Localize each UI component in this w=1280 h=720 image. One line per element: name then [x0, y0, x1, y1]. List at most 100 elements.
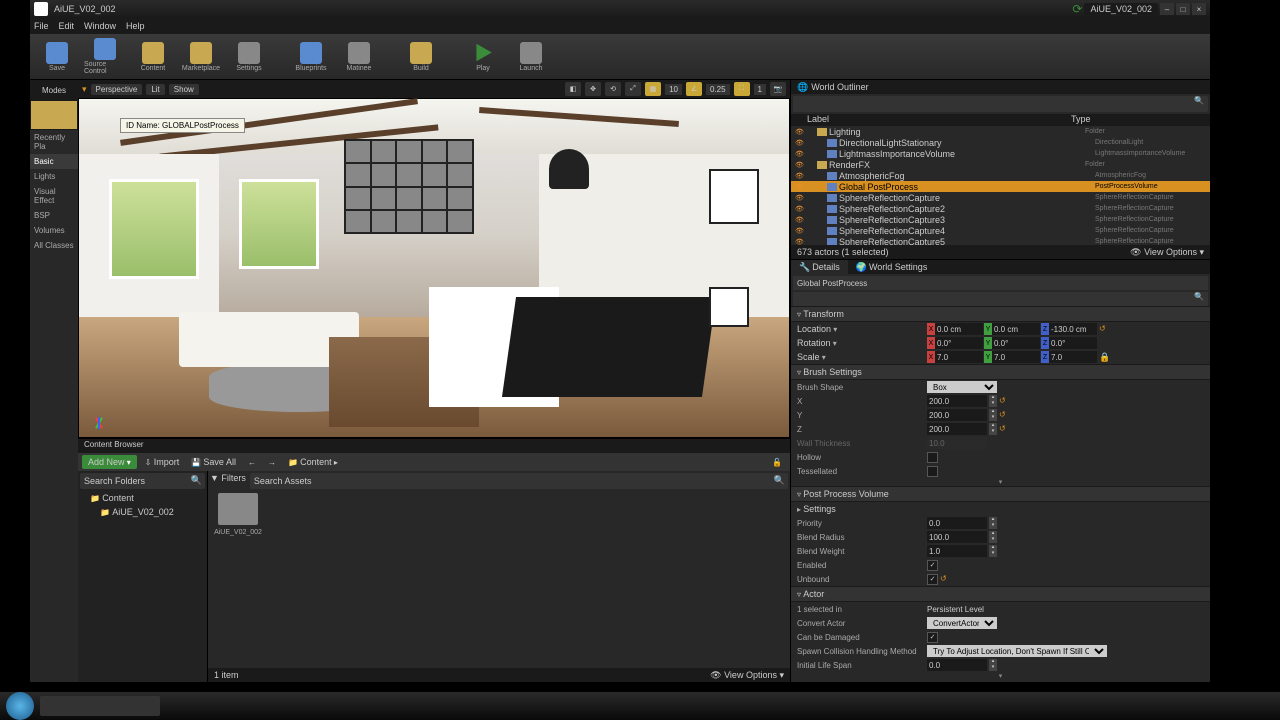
project-name[interactable]: AiUE_V02_002	[1084, 3, 1158, 15]
cb-fwd[interactable]: →	[264, 456, 280, 469]
vp-snap-value[interactable]: 10	[665, 84, 682, 95]
close-button[interactable]: ×	[1192, 3, 1206, 15]
col-type[interactable]: Type	[1071, 114, 1091, 126]
sect-actor[interactable]: ▿ Actor	[791, 586, 1210, 602]
brush-y[interactable]	[927, 409, 987, 421]
cat-lights[interactable]: Lights	[30, 169, 78, 184]
lock-icon[interactable]: 🔒	[1099, 352, 1110, 363]
outliner-row[interactable]: 👁AtmosphericFogAtmosphericFog	[791, 170, 1210, 181]
outliner-search[interactable]: 🔍	[793, 96, 1208, 112]
toolbar-play[interactable]: Play	[462, 36, 504, 78]
outliner-tab[interactable]: 🌐World Outliner	[791, 80, 1210, 94]
cat-all[interactable]: All Classes	[30, 238, 78, 253]
convert-actor[interactable]: ConvertActor	[927, 617, 997, 629]
toolbar-marketplace[interactable]: Marketplace	[180, 36, 222, 78]
vp-snap-scale-icon[interactable]: ⛶	[734, 82, 750, 96]
vp-snap-grid-icon[interactable]: ▦	[645, 82, 661, 96]
start-button[interactable]	[6, 692, 34, 720]
outliner-row[interactable]: 👁SphereReflectionCapture5SphereReflectio…	[791, 236, 1210, 245]
brush-z[interactable]	[927, 423, 987, 435]
outliner-row[interactable]: 👁LightingFolder	[791, 126, 1210, 137]
toolbar-content[interactable]: Content	[132, 36, 174, 78]
visibility-icon[interactable]: 👁	[795, 216, 805, 224]
outliner-row[interactable]: 👁RenderFXFolder	[791, 159, 1210, 170]
reset-icon[interactable]: ↺	[940, 574, 950, 584]
vp-show[interactable]: Show	[169, 84, 199, 95]
life-span[interactable]	[927, 659, 987, 671]
reset-icon[interactable]: ↺	[999, 424, 1009, 434]
cat-bsp[interactable]: BSP	[30, 208, 78, 223]
menu-help[interactable]: Help	[126, 21, 145, 31]
cb-tab[interactable]: Content Browser	[78, 439, 790, 453]
viewport[interactable]	[78, 98, 790, 438]
visibility-icon[interactable]: 👁	[795, 227, 805, 235]
visibility-icon[interactable]: 👁	[795, 194, 805, 202]
blend-radius[interactable]	[927, 531, 987, 543]
menu-file[interactable]: File	[34, 21, 49, 31]
toolbar-settings[interactable]: Settings	[228, 36, 270, 78]
tree-child[interactable]: 📁 AiUE_V02_002	[78, 505, 207, 519]
chk-tess[interactable]	[927, 466, 938, 477]
vp-angle-value[interactable]: 0.25	[706, 84, 730, 95]
cb-add-new[interactable]: Add New ▾	[82, 455, 137, 469]
cb-import[interactable]: ⇩ Import	[141, 455, 183, 469]
menu-edit[interactable]: Edit	[59, 21, 75, 31]
cb-breadcrumb[interactable]: 📁 Content ▸	[284, 455, 342, 469]
visibility-icon[interactable]: 👁	[795, 183, 805, 191]
toolbar-save[interactable]: Save	[36, 36, 78, 78]
minimize-button[interactable]: –	[1160, 3, 1174, 15]
visibility-icon[interactable]: 👁	[795, 205, 805, 213]
sect-brush[interactable]: ▿ Brush Settings	[791, 364, 1210, 380]
visibility-icon[interactable]: 👁	[795, 172, 805, 180]
visibility-icon[interactable]: 👁	[795, 139, 805, 147]
cat-basic[interactable]: Basic	[30, 154, 78, 169]
chk-enabled[interactable]: ✓	[927, 560, 938, 571]
loc-z[interactable]	[1049, 323, 1097, 335]
asset-item[interactable]: AiUE_V02_002	[214, 493, 262, 536]
cb-search-folders[interactable]: Search Folders🔍	[80, 473, 205, 489]
cat-recent[interactable]: Recently Pla	[30, 130, 78, 154]
toolbar-build[interactable]: Build	[400, 36, 442, 78]
lbl-settings[interactable]: ▸ Settings	[797, 504, 927, 514]
loc-x[interactable]	[935, 323, 983, 335]
outliner-row[interactable]: 👁DirectionalLightStationaryDirectionalLi…	[791, 137, 1210, 148]
brush-shape[interactable]: Box	[927, 381, 997, 393]
visibility-icon[interactable]: 👁	[795, 128, 805, 136]
scale-z[interactable]	[1049, 351, 1097, 363]
outliner-row[interactable]: 👁Global PostProcessPostProcessVolume	[791, 181, 1210, 192]
tab-world-settings[interactable]: 🌍World Settings	[848, 260, 936, 274]
visibility-icon[interactable]: 👁	[795, 238, 805, 246]
menu-window[interactable]: Window	[84, 21, 116, 31]
chk-damaged[interactable]: ✓	[927, 632, 938, 643]
wall-thickness[interactable]	[927, 437, 987, 449]
cb-lock-icon[interactable]: 🔓	[768, 456, 786, 469]
visibility-icon[interactable]: 👁	[795, 150, 805, 158]
cb-save-all[interactable]: 💾 Save All	[187, 455, 240, 469]
chk-hollow[interactable]	[927, 452, 938, 463]
priority[interactable]	[927, 517, 987, 529]
cb-filters[interactable]: ▼ Filters	[210, 473, 246, 485]
toolbar-source-control[interactable]: Source Control	[84, 36, 126, 78]
toolbar-matinee[interactable]: Matinee	[338, 36, 380, 78]
loc-y[interactable]	[992, 323, 1040, 335]
sect-transform[interactable]: ▿ Transform	[791, 306, 1210, 322]
reset-icon[interactable]: ↺	[999, 410, 1009, 420]
reset-icon[interactable]: ↺	[999, 396, 1009, 406]
outliner-row[interactable]: 👁SphereReflectionCapture2SphereReflectio…	[791, 203, 1210, 214]
vp-perspective[interactable]: Perspective	[91, 84, 143, 95]
cb-view-options[interactable]: 👁 View Options ▾	[710, 670, 784, 681]
rot-y[interactable]	[992, 337, 1040, 349]
outliner-view-options[interactable]: 👁 View Options ▾	[1130, 247, 1204, 258]
visibility-icon[interactable]: 👁	[795, 161, 805, 169]
toolbar-blueprints[interactable]: Blueprints	[290, 36, 332, 78]
mode-place[interactable]	[30, 100, 78, 130]
spawn-method[interactable]: Try To Adjust Location, Don't Spawn If S…	[927, 645, 1107, 657]
outliner-row[interactable]: 👁SphereReflectionCaptureSphereReflection…	[791, 192, 1210, 203]
scale-y[interactable]	[992, 351, 1040, 363]
reset-icon[interactable]: ↺	[1099, 324, 1109, 334]
toolbar-launch[interactable]: Launch	[510, 36, 552, 78]
vp-rotate-icon[interactable]: ⟲	[605, 82, 621, 96]
outliner-row[interactable]: 👁SphereReflectionCapture4SphereReflectio…	[791, 225, 1210, 236]
col-label[interactable]: Label	[791, 114, 1071, 126]
tab-details[interactable]: 🔧Details	[791, 260, 848, 274]
